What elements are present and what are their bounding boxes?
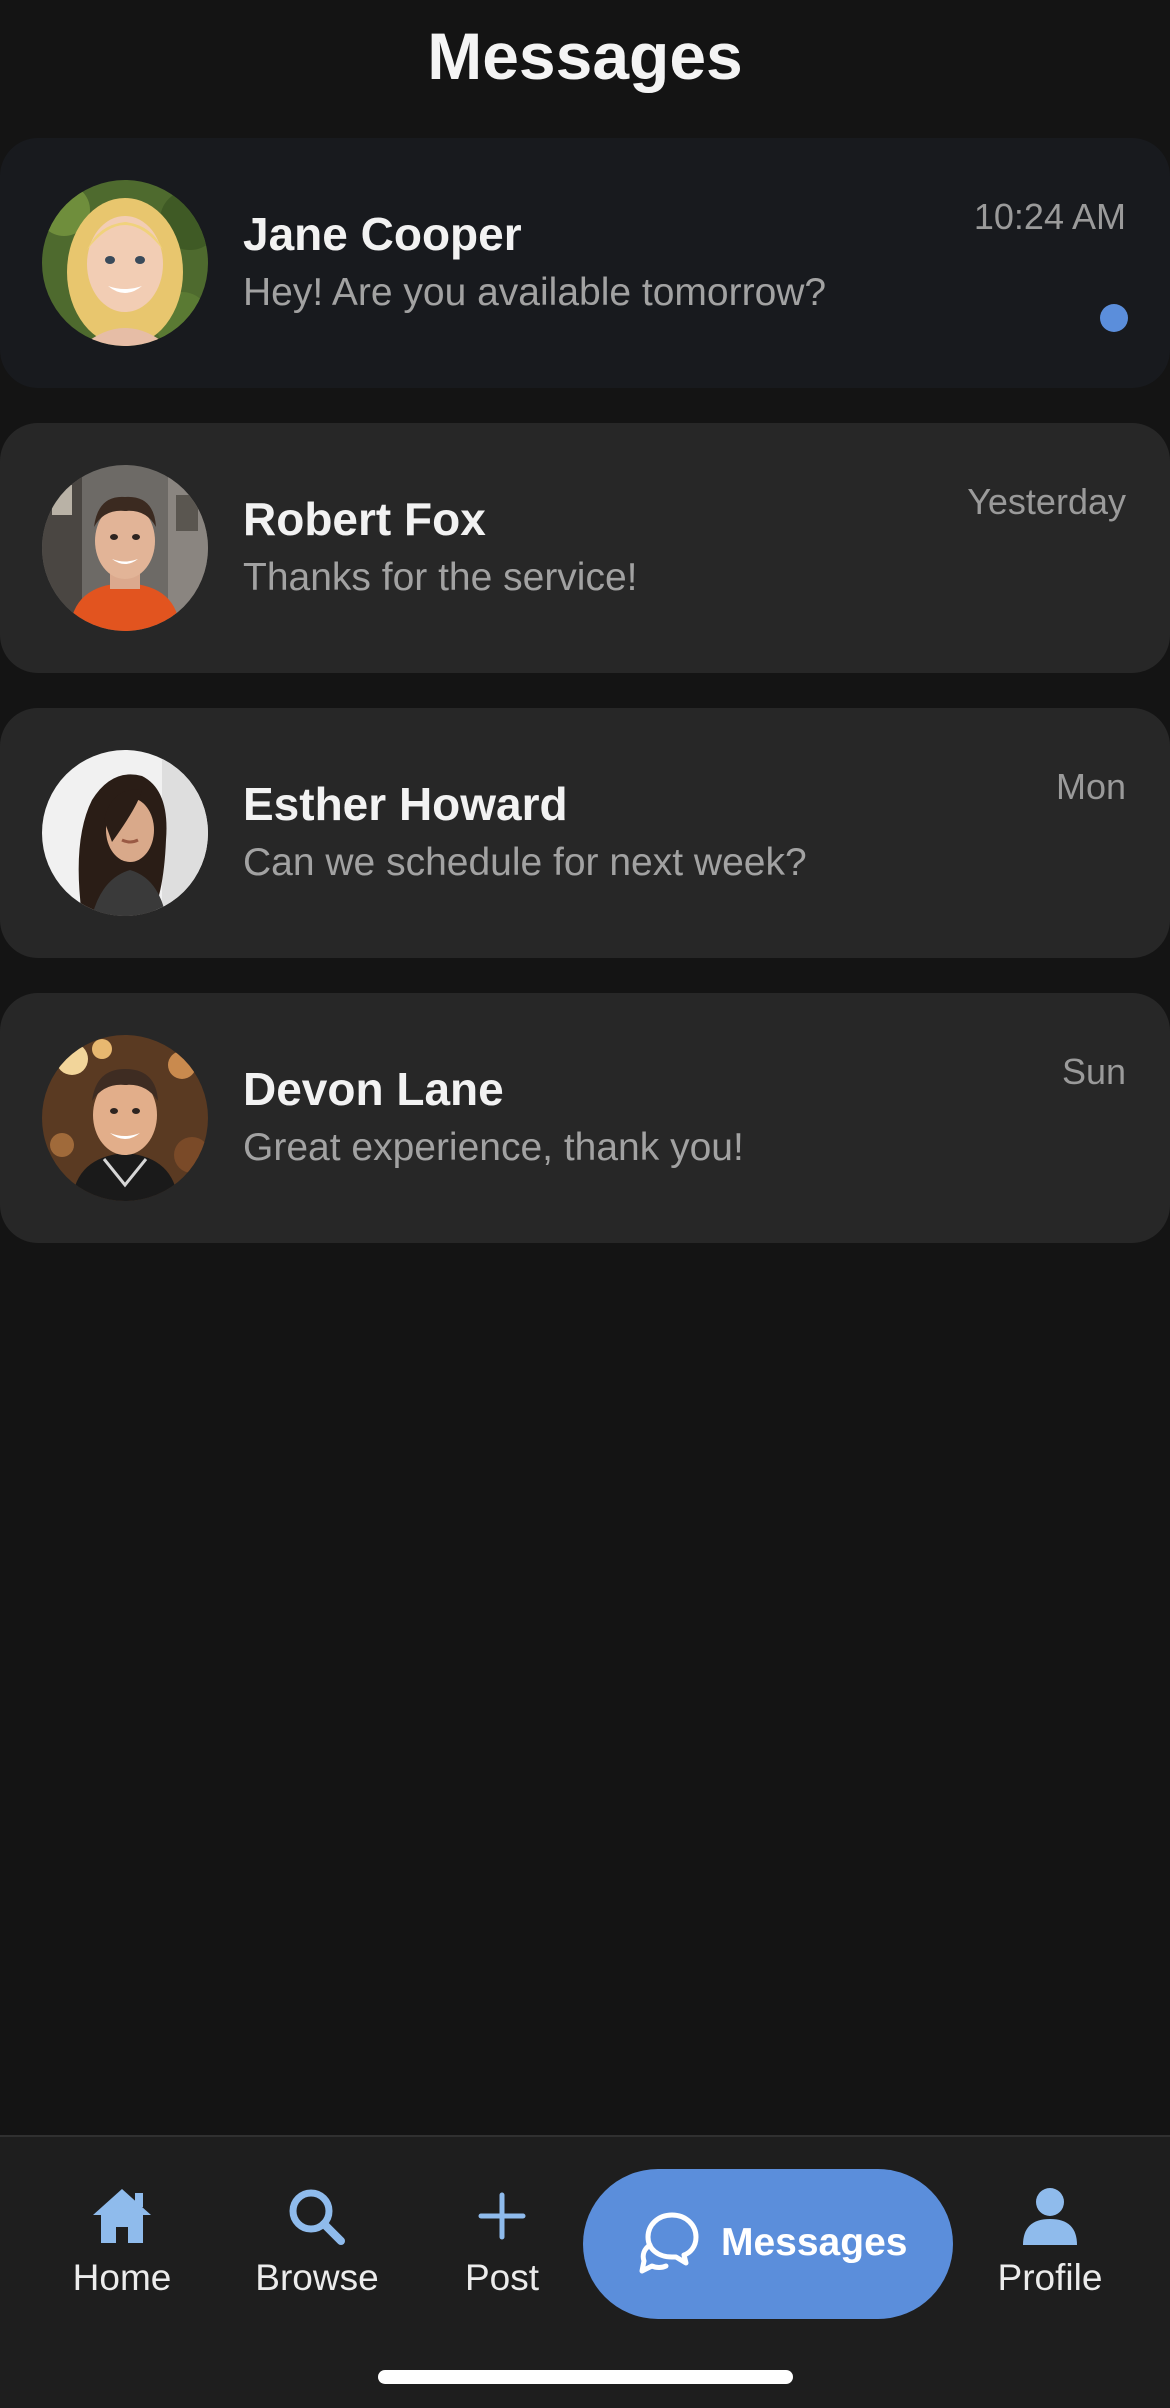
message-time: Mon (1055, 766, 1126, 807)
home-indicator (378, 2370, 793, 2384)
conversation-item-devon-lane[interactable]: Devon Lane Great experience, thank you! … (0, 993, 1170, 1243)
message-preview: Can we schedule for next week? (243, 841, 807, 884)
tab-profile[interactable]: Profile (970, 2137, 1130, 2337)
tab-browse[interactable]: Browse (237, 2137, 397, 2337)
search-icon (287, 2187, 347, 2250)
tab-label: Home (72, 2257, 172, 2298)
tab-bar: Home Browse Post Messages Profile (0, 2135, 1170, 2408)
message-time: Yesterday (967, 481, 1126, 522)
contact-name: Esther Howard (243, 778, 568, 830)
plus-icon (477, 2187, 527, 2250)
conversation-item-robert-fox[interactable]: Robert Fox Thanks for the service! Yeste… (0, 423, 1170, 673)
contact-name: Robert Fox (243, 493, 486, 545)
tab-post[interactable]: Post (422, 2137, 582, 2337)
message-preview: Hey! Are you available tomorrow? (243, 271, 827, 314)
person-icon (1021, 2187, 1079, 2250)
conversation-item-jane-cooper[interactable]: Jane Cooper Hey! Are you available tomor… (0, 138, 1170, 388)
contact-name: Jane Cooper (243, 208, 522, 260)
message-time: 10:24 AM (973, 196, 1126, 237)
avatar (42, 1035, 208, 1201)
tab-label: Browse (255, 2257, 379, 2298)
avatar (42, 465, 208, 631)
conversation-item-esther-howard[interactable]: Esther Howard Can we schedule for next w… (0, 708, 1170, 958)
contact-name: Devon Lane (243, 1063, 504, 1115)
home-icon (91, 2187, 153, 2250)
page-title: Messages (427, 19, 743, 93)
message-time: Sun (1061, 1051, 1126, 1092)
unread-indicator (1100, 304, 1128, 332)
chat-bubbles-icon (638, 2211, 700, 2280)
tab-messages[interactable]: Messages (583, 2169, 953, 2319)
conversation-list: Jane Cooper Hey! Are you available tomor… (0, 138, 1170, 1278)
message-preview: Thanks for the service! (243, 556, 638, 599)
tab-label: Post (464, 2257, 540, 2298)
message-preview: Great experience, thank you! (243, 1126, 744, 1169)
tab-label: Messages (721, 2221, 908, 2264)
avatar (42, 180, 208, 346)
tab-home[interactable]: Home (42, 2137, 202, 2337)
avatar (42, 750, 208, 916)
tab-label: Profile (997, 2257, 1103, 2298)
